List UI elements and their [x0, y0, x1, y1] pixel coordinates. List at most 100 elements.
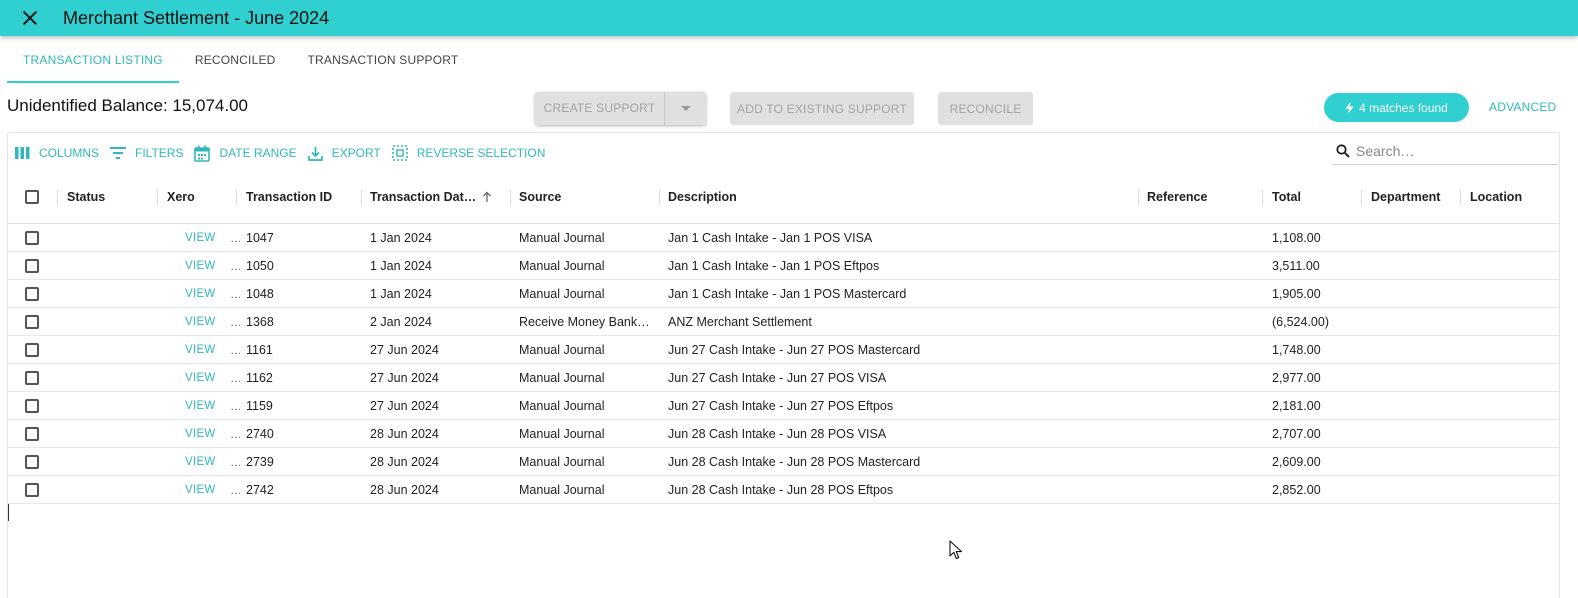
view-link[interactable]: VIEW — [185, 224, 225, 251]
row-checkbox[interactable] — [25, 230, 39, 245]
row-select-cell — [25, 392, 45, 419]
table-row[interactable]: VIEW … 2740 28 Jun 2024 Manual Journal J… — [8, 420, 1559, 448]
table-row[interactable]: VIEW … 1161 27 Jun 2024 Manual Journal J… — [8, 336, 1559, 364]
column-header-xero[interactable]: Xero — [167, 170, 227, 223]
reference — [1147, 308, 1262, 335]
description: Jun 28 Cash Intake - Jun 28 POS Masterca… — [668, 454, 921, 469]
columns-label: COLUMNS — [39, 146, 100, 160]
select-all-checkbox[interactable] — [25, 189, 39, 204]
total: 2,609.00 — [1272, 454, 1321, 469]
create-support-dropdown-button[interactable] — [665, 92, 706, 125]
table-row[interactable]: VIEW … 1159 27 Jun 2024 Manual Journal J… — [8, 392, 1559, 420]
column-header-total[interactable]: Total — [1272, 170, 1362, 223]
transaction-id: 1048 — [246, 286, 274, 301]
lightning-icon — [1345, 101, 1354, 114]
view-link[interactable]: VIEW — [185, 280, 225, 307]
transaction-id: 2742 — [246, 482, 274, 497]
table-row[interactable]: VIEW … 1162 27 Jun 2024 Manual Journal J… — [8, 364, 1559, 392]
column-header-transaction-id[interactable]: Transaction ID — [246, 170, 356, 223]
source: Manual Journal — [519, 370, 605, 385]
location — [1470, 448, 1555, 475]
column-header-source[interactable]: Source — [519, 170, 659, 223]
column-header-location[interactable]: Location — [1470, 170, 1555, 223]
more-icon[interactable]: … — [230, 252, 240, 279]
close-icon[interactable] — [20, 8, 40, 28]
row-checkbox[interactable] — [25, 370, 39, 385]
create-support-button[interactable]: CREATE SUPPORT — [535, 92, 665, 125]
total: 2,181.00 — [1272, 398, 1321, 413]
description: Jun 27 Cash Intake - Jun 27 POS Eftpos — [668, 398, 894, 413]
row-checkbox[interactable] — [25, 454, 39, 469]
view-link[interactable]: VIEW — [185, 392, 225, 419]
reconcile-button[interactable]: RECONCILE — [938, 92, 1033, 125]
filters-button[interactable]: FILTERS — [110, 146, 183, 160]
row-checkbox[interactable] — [25, 314, 39, 329]
source: Manual Journal — [519, 342, 605, 357]
reverse-selection-button[interactable]: REVERSE SELECTION — [391, 145, 545, 161]
table-row[interactable]: VIEW … 1047 1 Jan 2024 Manual Journal Ja… — [8, 224, 1559, 252]
matches-found-button[interactable]: 4 matches found — [1324, 93, 1469, 122]
more-icon[interactable]: … — [230, 336, 240, 363]
table-row[interactable]: VIEW … 2739 28 Jun 2024 Manual Journal J… — [8, 448, 1559, 476]
column-header-transaction-date[interactable]: Transaction Dat… — [370, 170, 510, 223]
total: 2,977.00 — [1272, 370, 1321, 385]
search-box — [1332, 137, 1558, 165]
export-button[interactable]: EXPORT — [307, 146, 381, 161]
table-row[interactable]: VIEW … 1368 2 Jan 2024 Receive Money Ban… — [8, 308, 1559, 336]
transaction-date: 27 Jun 2024 — [370, 370, 439, 385]
reference — [1147, 364, 1262, 391]
reference — [1147, 448, 1262, 475]
filters-label: FILTERS — [135, 146, 184, 160]
column-header-description[interactable]: Description — [668, 170, 1138, 223]
source: Manual Journal — [519, 258, 605, 273]
page-title: Merchant Settlement - June 2024 — [63, 7, 330, 28]
source: Manual Journal — [519, 426, 605, 441]
column-header-reference[interactable]: Reference — [1147, 170, 1262, 223]
column-header-status[interactable]: Status — [67, 170, 157, 223]
more-icon[interactable]: … — [230, 420, 240, 447]
date-range-button[interactable]: DATE RANGE — [194, 145, 297, 162]
location — [1470, 336, 1555, 363]
more-icon[interactable]: … — [230, 280, 240, 307]
more-icon[interactable]: … — [230, 224, 240, 251]
row-checkbox[interactable] — [25, 398, 39, 413]
tab-transaction-support[interactable]: TRANSACTION SUPPORT — [292, 40, 475, 83]
column-header-department[interactable]: Department — [1371, 170, 1463, 223]
table-row[interactable]: VIEW … 1048 1 Jan 2024 Manual Journal Ja… — [8, 280, 1559, 308]
table-row[interactable]: VIEW … 1050 1 Jan 2024 Manual Journal Ja… — [8, 252, 1559, 280]
view-link[interactable]: VIEW — [185, 364, 225, 391]
reference — [1147, 336, 1262, 363]
total: 1,905.00 — [1272, 286, 1321, 301]
search-input[interactable] — [1356, 142, 1546, 159]
more-icon[interactable]: … — [230, 448, 240, 475]
row-checkbox[interactable] — [25, 258, 39, 273]
row-checkbox[interactable] — [25, 482, 39, 497]
row-checkbox[interactable] — [25, 342, 39, 357]
view-link[interactable]: VIEW — [185, 448, 225, 475]
add-to-existing-support-button[interactable]: ADD TO EXISTING SUPPORT — [730, 92, 914, 125]
transaction-id: 1161 — [246, 342, 273, 357]
view-link[interactable]: VIEW — [185, 308, 225, 335]
view-link[interactable]: VIEW — [185, 420, 225, 447]
mouse-pointer-icon — [949, 540, 963, 560]
row-checkbox[interactable] — [25, 426, 39, 441]
total: 2,707.00 — [1272, 426, 1321, 441]
columns-button[interactable]: COLUMNS — [15, 146, 99, 160]
more-icon[interactable]: … — [230, 364, 240, 391]
department — [1371, 336, 1463, 363]
more-icon[interactable]: … — [230, 308, 240, 335]
more-icon[interactable]: … — [230, 476, 240, 503]
view-link[interactable]: VIEW — [185, 476, 225, 503]
transaction-date: 28 Jun 2024 — [370, 426, 439, 441]
tab-transaction-listing[interactable]: TRANSACTION LISTING — [7, 40, 179, 83]
total: 3,511.00 — [1272, 258, 1320, 273]
tab-reconciled[interactable]: RECONCILED — [179, 40, 292, 83]
table-row[interactable]: VIEW … 2742 28 Jun 2024 Manual Journal J… — [8, 476, 1559, 504]
row-checkbox[interactable] — [25, 286, 39, 301]
more-icon[interactable]: … — [230, 392, 240, 419]
department — [1371, 280, 1463, 307]
view-link[interactable]: VIEW — [185, 252, 225, 279]
advanced-link[interactable]: ADVANCED — [1489, 100, 1556, 114]
sort-ascending-icon[interactable] — [482, 191, 492, 203]
view-link[interactable]: VIEW — [185, 336, 225, 363]
